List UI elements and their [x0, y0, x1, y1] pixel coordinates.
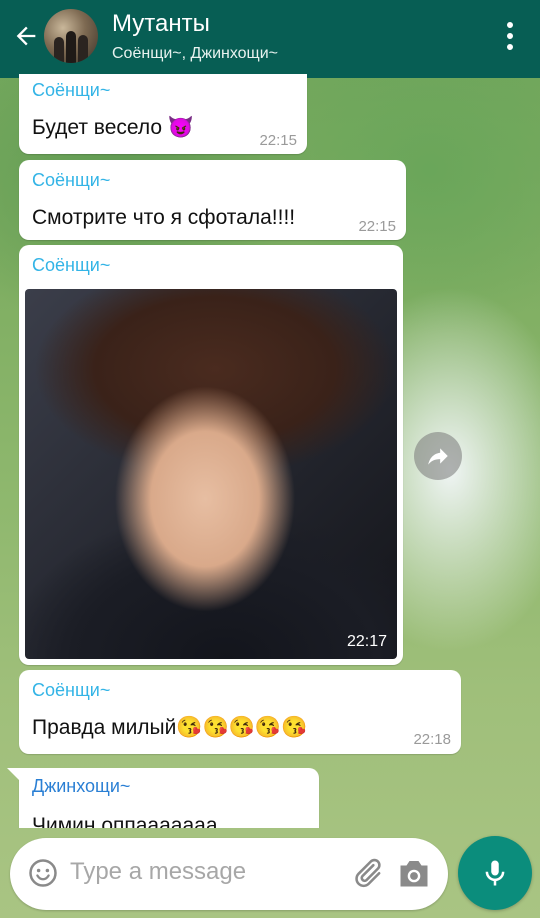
shared-photo[interactable]: 22:17: [25, 289, 397, 659]
chat-title[interactable]: Мутанты: [112, 10, 210, 38]
image-message-bubble[interactable]: Соёнщи~ 22:17: [19, 245, 403, 665]
more-options-button[interactable]: [506, 22, 514, 50]
message-clip: Джинхощи~ Чимин оппааааааа: [0, 760, 540, 828]
message-sender: Соёнщи~: [32, 255, 111, 275]
emoji-icon[interactable]: [28, 858, 58, 888]
message-text: Будет весело 😈: [32, 116, 195, 139]
message-bubble[interactable]: Джинхощи~ Чимин оппааааааа: [19, 768, 319, 828]
message-bubble[interactable]: Соёнщи~ Будет весело 😈 22:15: [19, 74, 307, 154]
bubble-tail: [7, 768, 21, 782]
back-button[interactable]: [10, 20, 42, 52]
back-arrow-icon: [16, 26, 36, 46]
camera-icon[interactable]: [396, 856, 432, 890]
message-bubble[interactable]: Соёнщи~ Правда милый😘😘😘😘😘 22:18: [19, 670, 461, 754]
chat-participants[interactable]: Соёнщи~, Джинхощи~: [112, 45, 278, 63]
message-composer[interactable]: Type a message: [10, 838, 448, 910]
message-bubble[interactable]: Соёнщи~ Смотрите что я сфотала!!!! 22:15: [19, 160, 406, 240]
message-text: Правда милый😘😘😘😘😘: [32, 716, 308, 739]
message-sender: Соёнщи~: [32, 80, 111, 100]
app-bar: Мутанты Соёнщи~, Джинхощи~: [0, 0, 540, 78]
group-avatar[interactable]: [44, 9, 98, 63]
message-time: 22:17: [346, 633, 387, 650]
message-time: 22:18: [413, 731, 451, 748]
message-input[interactable]: Type a message: [70, 858, 246, 886]
message-text: Чимин оппааааааа: [32, 814, 218, 828]
message-sender: Соёнщи~: [32, 680, 111, 700]
forward-icon: [428, 448, 448, 465]
message-time: 22:15: [358, 218, 396, 235]
message-sender: Джинхощи~: [32, 776, 131, 796]
message-sender: Соёнщи~: [32, 170, 111, 190]
mic-icon: [485, 860, 505, 886]
more-vert-icon: [507, 22, 513, 28]
voice-record-button[interactable]: [458, 836, 532, 910]
forward-button[interactable]: [414, 432, 462, 480]
message-text: Смотрите что я сфотала!!!!: [32, 206, 296, 229]
paperclip-icon[interactable]: [350, 856, 384, 890]
message-time: 22:15: [259, 132, 297, 149]
